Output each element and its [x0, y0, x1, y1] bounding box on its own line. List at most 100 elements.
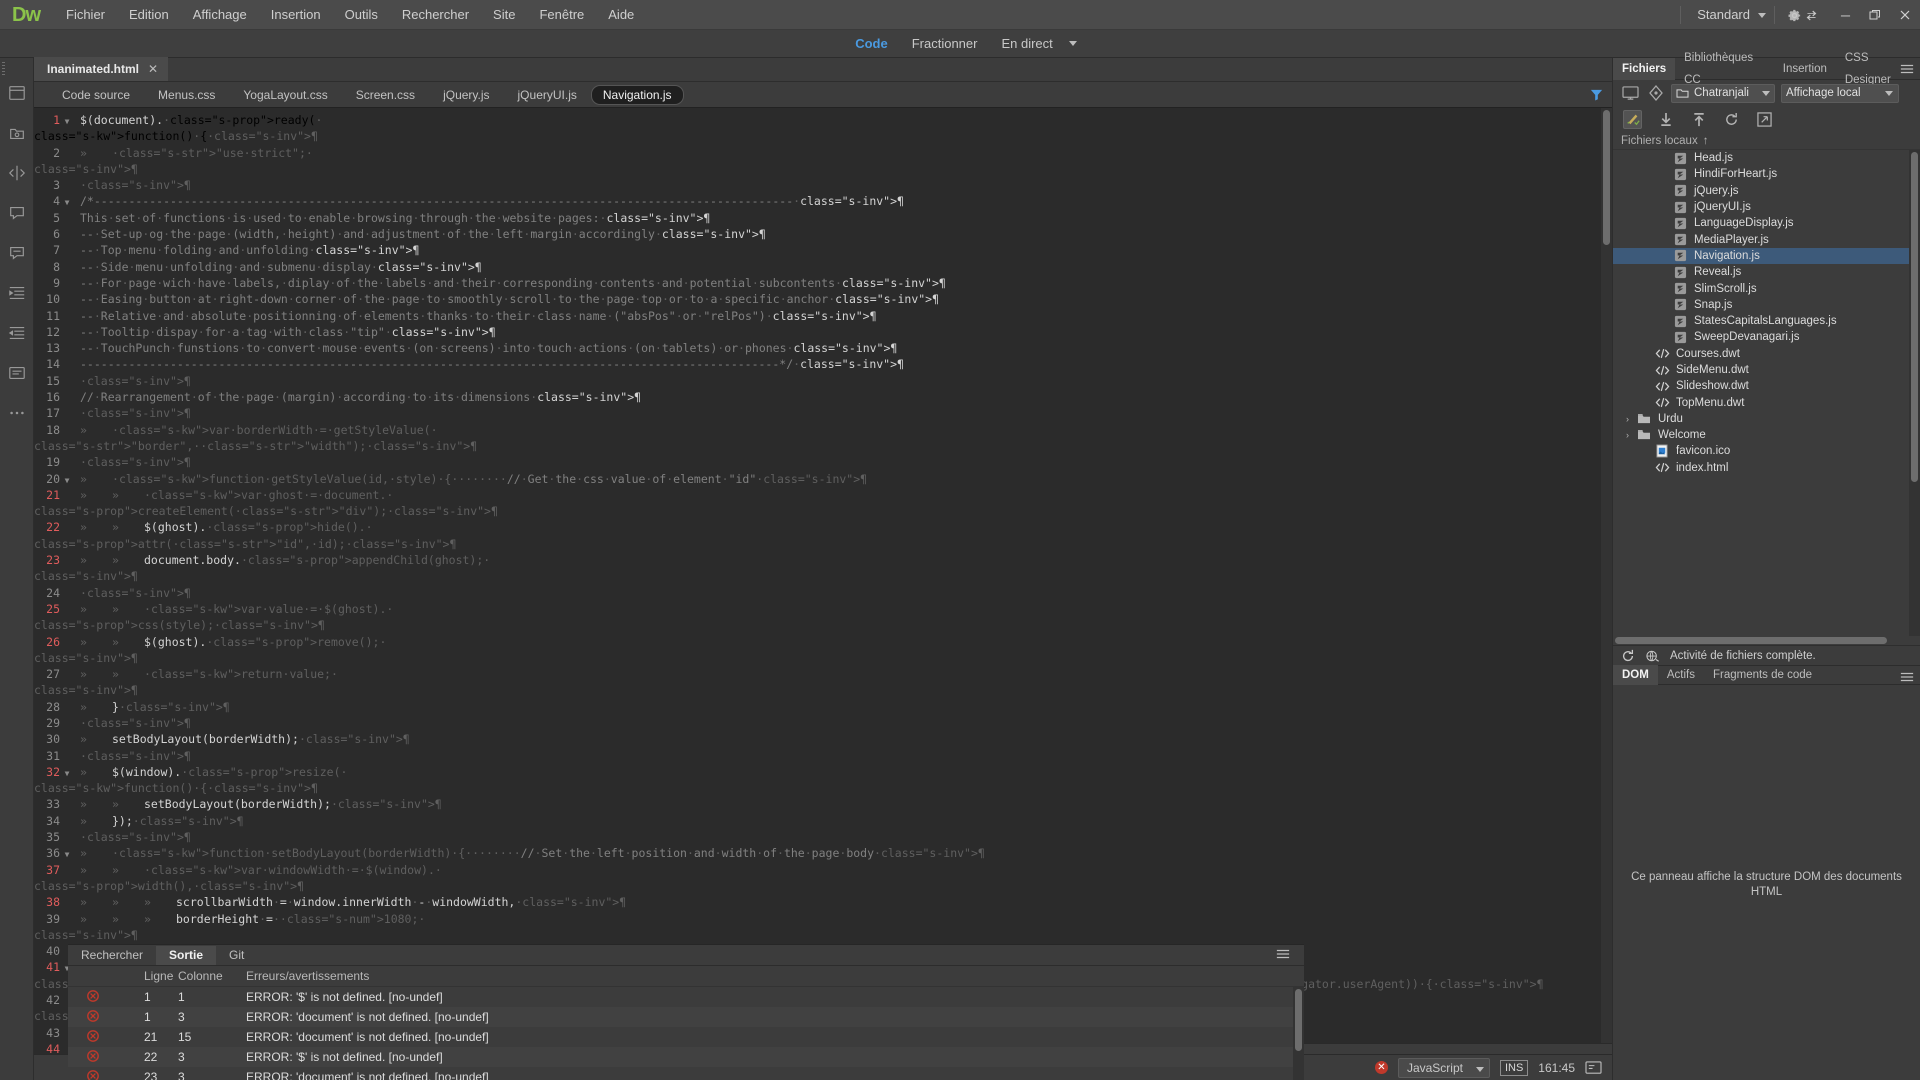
language-selector[interactable]: JavaScript — [1398, 1058, 1490, 1078]
output-rows-container[interactable]: 11ERROR: '$' is not defined. [no-undef]1… — [68, 987, 1304, 1080]
file-list-item[interactable]: Reveal.js — [1613, 264, 1920, 280]
file-list-horizontal-scrollbar[interactable] — [1613, 636, 1909, 645]
menu-site[interactable]: Site — [481, 0, 527, 30]
git-view-icon[interactable] — [1646, 84, 1665, 103]
code-vertical-scroll-thumb[interactable] — [1603, 110, 1610, 245]
table-row[interactable]: 233ERROR: 'document' is not defined. [no… — [68, 1067, 1304, 1080]
file-list-item[interactable]: Courses.dwt — [1613, 346, 1920, 362]
document-tab-inanimated-html[interactable]: Inanimated.html ✕ — [34, 57, 168, 81]
table-row[interactable]: 223ERROR: '$' is not defined. [no-undef] — [68, 1047, 1304, 1067]
expand-collapse-icon[interactable] — [1755, 110, 1774, 129]
more-options-icon[interactable] — [8, 404, 26, 422]
file-list-item[interactable]: ›Welcome — [1613, 427, 1920, 443]
insert-mode-indicator[interactable]: INS — [1500, 1060, 1528, 1076]
close-button[interactable] — [1890, 0, 1920, 30]
error-indicator-icon[interactable]: ✕ — [1375, 1061, 1388, 1074]
view-mode-code[interactable]: Code — [843, 30, 900, 58]
tab-fragments-de-code[interactable]: Fragments de code — [1704, 665, 1821, 685]
view-mode-fractionner[interactable]: Fractionner — [900, 30, 990, 58]
file-list-vertical-scroll-thumb[interactable] — [1911, 152, 1918, 482]
remove-comment-icon[interactable] — [8, 244, 26, 262]
related-file-navigation-js[interactable]: Navigation.js — [591, 85, 684, 105]
code-text[interactable]: 1▼$(document).·class="s-prop">ready(·cla… — [34, 112, 1612, 1054]
panel-menu-icon[interactable] — [1276, 948, 1290, 960]
show-code-navigator-icon[interactable] — [8, 364, 26, 382]
expand-chevron-right-icon[interactable]: › — [1621, 414, 1634, 424]
menu-aide[interactable]: Aide — [596, 0, 646, 30]
file-list-item[interactable]: jQuery.js — [1613, 183, 1920, 199]
tab-fichiers[interactable]: Fichiers — [1613, 58, 1675, 80]
file-list-item[interactable]: SlimScroll.js — [1613, 280, 1920, 296]
output-vertical-scrollbar[interactable] — [1293, 987, 1304, 1080]
file-management-icon[interactable] — [8, 124, 26, 142]
view-mode-en-direct[interactable]: En direct — [989, 30, 1064, 58]
file-list-horizontal-scroll-thumb[interactable] — [1615, 637, 1887, 644]
workspace-switcher[interactable]: Standard — [1680, 6, 1774, 24]
menu-fenetre[interactable]: Fenêtre — [527, 0, 596, 30]
menu-outils[interactable]: Outils — [333, 0, 390, 30]
panel-menu-icon[interactable] — [1900, 63, 1914, 75]
related-file-jquery-js[interactable]: jQuery.js — [429, 86, 503, 104]
site-selector[interactable]: Chatranjali — [1671, 84, 1775, 103]
file-list-vertical-scrollbar[interactable] — [1909, 150, 1920, 636]
menu-affichage[interactable]: Affichage — [181, 0, 259, 30]
code-vertical-scrollbar[interactable] — [1601, 108, 1612, 1043]
sync-settings-group[interactable] — [1774, 6, 1830, 24]
view-mode-selector[interactable]: Affichage local — [1781, 84, 1899, 103]
tab-sortie[interactable]: Sortie — [156, 946, 216, 965]
format-source-code-icon[interactable] — [8, 164, 26, 182]
maximize-button[interactable] — [1860, 0, 1890, 30]
related-file-yogalayout-css[interactable]: YogaLayout.css — [229, 86, 341, 104]
file-list-item[interactable]: Snap.js — [1613, 297, 1920, 313]
file-list-item[interactable]: MediaPlayer.js — [1613, 231, 1920, 247]
related-file-menus-css[interactable]: Menus.css — [144, 86, 229, 104]
menu-insertion[interactable]: Insertion — [259, 0, 333, 30]
file-list-item[interactable]: LanguageDisplay.js — [1613, 215, 1920, 231]
output-vertical-scroll-thumb[interactable] — [1295, 989, 1302, 1051]
file-list-item[interactable]: Slideshow.dwt — [1613, 378, 1920, 394]
panel-drag-grip[interactable] — [0, 58, 7, 98]
table-row[interactable]: 13ERROR: 'document' is not defined. [no-… — [68, 1007, 1304, 1027]
file-list-item[interactable]: index.html — [1613, 460, 1920, 476]
related-file-code-source[interactable]: Code source — [48, 86, 144, 104]
tab-git[interactable]: Git — [216, 946, 257, 965]
file-list-item[interactable]: SideMenu.dwt — [1613, 362, 1920, 378]
file-list[interactable]: Head.jsHindiForHeart.jsjQuery.jsjQueryUI… — [1613, 150, 1920, 645]
file-list-item[interactable]: favicon.ico — [1613, 443, 1920, 459]
file-list-item[interactable]: SweepDevanagari.js — [1613, 329, 1920, 345]
code-editor[interactable]: 1▼$(document).·class="s-prop">ready(·cla… — [34, 108, 1612, 1054]
menu-edition[interactable]: Edition — [117, 0, 181, 30]
view-mode-chevron-down-icon[interactable] — [1069, 41, 1077, 46]
file-list-item[interactable]: ›Urdu — [1613, 411, 1920, 427]
open-documents-icon[interactable] — [8, 84, 26, 102]
indent-code-icon[interactable] — [8, 284, 26, 302]
tab-rechercher[interactable]: Rechercher — [68, 946, 156, 965]
minimize-button[interactable] — [1830, 0, 1860, 30]
connect-to-remote-host-icon[interactable] — [1623, 110, 1642, 129]
menu-fichier[interactable]: Fichier — [54, 0, 117, 30]
filter-related-files-icon[interactable] — [1589, 87, 1604, 102]
manage-sites-icon[interactable] — [1621, 84, 1640, 103]
refresh-icon[interactable] — [1621, 649, 1635, 663]
related-file-jqueryui-js[interactable]: jQueryUI.js — [504, 86, 591, 104]
file-list-item[interactable]: Navigation.js — [1613, 248, 1920, 264]
tab-insertion[interactable]: Insertion — [1774, 58, 1836, 80]
linting-report-icon[interactable] — [1585, 1060, 1602, 1075]
file-list-item[interactable]: Head.js — [1613, 150, 1920, 166]
apply-comment-icon[interactable] — [8, 204, 26, 222]
expand-chevron-right-icon[interactable]: › — [1621, 430, 1634, 440]
file-list-item[interactable]: jQueryUI.js — [1613, 199, 1920, 215]
related-file-screen-css[interactable]: Screen.css — [342, 86, 429, 104]
close-icon[interactable]: ✕ — [148, 62, 158, 76]
globe-log-icon[interactable] — [1645, 649, 1660, 663]
refresh-icon[interactable] — [1722, 110, 1741, 129]
tab-actifs[interactable]: Actifs — [1658, 665, 1704, 685]
outdent-code-icon[interactable] — [8, 324, 26, 342]
menu-rechercher[interactable]: Rechercher — [390, 0, 481, 30]
file-list-item[interactable]: HindiForHeart.js — [1613, 166, 1920, 182]
put-files-icon[interactable] — [1689, 110, 1708, 129]
tab-dom[interactable]: DOM — [1613, 665, 1658, 685]
table-row[interactable]: 11ERROR: '$' is not defined. [no-undef] — [68, 987, 1304, 1007]
panel-menu-icon[interactable] — [1900, 671, 1914, 683]
file-list-item[interactable]: StatesCapitalsLanguages.js — [1613, 313, 1920, 329]
